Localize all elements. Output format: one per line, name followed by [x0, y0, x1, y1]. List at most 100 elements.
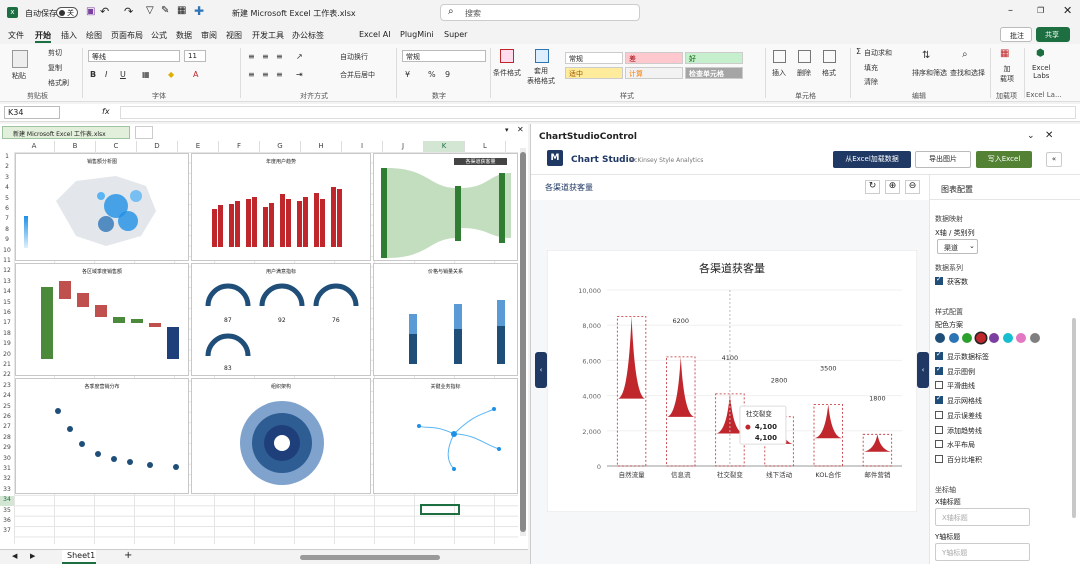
row-header-26[interactable]: 26	[0, 413, 14, 423]
fill-color-icon[interactable]: ◆	[168, 70, 174, 79]
save-icon[interactable]: ▣	[86, 6, 95, 17]
thumb-gauge-chart[interactable]: 用户满意指标 87 92 76 83	[191, 263, 371, 376]
next-sheet-icon[interactable]: ▶	[30, 552, 35, 560]
x-title-input[interactable]: X轴标题	[935, 508, 1030, 526]
sort-filter-button[interactable]: 排序和筛选	[912, 68, 947, 78]
column-header-L[interactable]: L	[465, 141, 506, 152]
conditional-format-icon[interactable]	[500, 49, 514, 63]
menu-super[interactable]: Super	[444, 30, 467, 39]
option-checkbox[interactable]	[935, 440, 943, 449]
comment-button[interactable]: 批注	[1000, 27, 1032, 42]
format-cells-icon[interactable]	[823, 50, 836, 63]
align-center-icon[interactable]: ≡	[262, 70, 269, 79]
row-header-7[interactable]: 7	[0, 215, 14, 225]
thumb-trend-chart[interactable]: 年度用户趋势	[191, 153, 371, 261]
clear-button[interactable]: 清除	[864, 77, 878, 87]
thumb-waterfall-chart[interactable]: 各区域季度销售额	[15, 263, 189, 376]
row-header-23[interactable]: 23	[0, 382, 14, 392]
thumb-sankey-chart[interactable]: 各渠道获客量	[373, 153, 518, 261]
row-header-27[interactable]: 27	[0, 423, 14, 433]
menu-pagelayout[interactable]: 页面布局	[111, 30, 143, 41]
row-header-19[interactable]: 19	[0, 340, 14, 350]
table-format-button[interactable]: 套用 表格格式	[527, 66, 555, 86]
border-icon[interactable]: ▦	[142, 70, 150, 79]
row-header-2[interactable]: 2	[0, 163, 14, 173]
style-bad[interactable]: 差	[625, 52, 683, 64]
style-check[interactable]: 检查单元格	[685, 67, 743, 79]
font-color-icon[interactable]: A	[193, 70, 198, 79]
row-header-15[interactable]: 15	[0, 299, 14, 309]
fill-button[interactable]: 填充	[864, 63, 878, 73]
row-header-29[interactable]: 29	[0, 444, 14, 454]
column-header-C[interactable]: C	[96, 141, 137, 152]
excel-labs-icon[interactable]: ⬢	[1036, 48, 1045, 59]
wrap-text-button[interactable]: 自动换行	[340, 52, 368, 62]
excel-labs-button[interactable]: Excel Labs	[1032, 64, 1051, 80]
column-header-E[interactable]: E	[178, 141, 219, 152]
menu-data[interactable]: 数据	[176, 30, 192, 41]
table-format-icon[interactable]	[535, 49, 549, 63]
row-header-14[interactable]: 14	[0, 288, 14, 298]
row-header-16[interactable]: 16	[0, 309, 14, 319]
horizontal-scrollbar[interactable]	[300, 555, 440, 560]
palette-swatch[interactable]	[975, 333, 986, 343]
load-from-excel-button[interactable]: 从Excel加载数据	[833, 151, 911, 168]
vertical-scrollbar[interactable]	[520, 148, 526, 536]
right-expand-tab[interactable]: ‹	[917, 352, 929, 388]
row-header-34[interactable]: 34	[0, 496, 14, 507]
row-header-33[interactable]: 33	[0, 486, 14, 496]
row-header-20[interactable]: 20	[0, 351, 14, 361]
column-header-I[interactable]: I	[342, 141, 383, 152]
export-image-button[interactable]: 导出图片	[915, 151, 971, 168]
option-checkbox[interactable]	[935, 454, 943, 463]
delete-cells-button[interactable]: 删除	[797, 68, 811, 78]
menu-draw[interactable]: 绘图	[86, 30, 102, 41]
fx-icon[interactable]: fx	[102, 107, 110, 116]
option-checkbox[interactable]	[935, 365, 943, 375]
insert-cells-button[interactable]: 插入	[772, 68, 786, 78]
menu-home[interactable]: 开始	[35, 30, 51, 43]
palette-swatch[interactable]	[935, 333, 945, 343]
add-sheet-icon[interactable]: +	[124, 550, 132, 561]
align-left-icon[interactable]: ≡	[248, 70, 255, 79]
row-header-32[interactable]: 32	[0, 475, 14, 485]
sheet-tab[interactable]: Sheet1	[62, 550, 96, 564]
row-header-24[interactable]: 24	[0, 392, 14, 402]
column-header-D[interactable]: D	[137, 141, 178, 152]
refresh-icon[interactable]: ↻	[865, 180, 880, 194]
column-header-G[interactable]: G	[260, 141, 301, 152]
redo-icon[interactable]: ↷	[124, 5, 133, 18]
align-right-icon[interactable]: ≡	[276, 70, 283, 79]
thumb-map-chart[interactable]: 销售额分析图	[15, 153, 189, 261]
cut-button[interactable]: 剪切	[48, 48, 62, 58]
paste-label[interactable]: 粘贴	[12, 71, 26, 81]
palette-swatch[interactable]	[1016, 333, 1026, 343]
row-header-6[interactable]: 6	[0, 205, 14, 215]
close-window-icon[interactable]: ✕	[1063, 4, 1072, 17]
prev-sheet-icon[interactable]: ◀	[12, 552, 17, 560]
row-header-31[interactable]: 31	[0, 465, 14, 475]
row-header-17[interactable]: 17	[0, 319, 14, 329]
format-painter-button[interactable]: 格式刷	[48, 78, 69, 88]
addins-button[interactable]: 加 载项	[1000, 64, 1014, 84]
insert-cells-icon[interactable]	[773, 50, 786, 63]
plus-icon[interactable]: ✚	[194, 4, 204, 18]
undo-icon[interactable]: ↶	[100, 5, 109, 18]
addins-icon[interactable]: ▦	[1000, 48, 1009, 59]
write-excel-button[interactable]: 写入Excel	[976, 151, 1032, 168]
close-workbook-icon[interactable]: ✕	[517, 125, 524, 134]
row-header-13[interactable]: 13	[0, 278, 14, 288]
collapse-panel-button[interactable]: «	[1046, 152, 1062, 167]
minimize-icon[interactable]: –	[1008, 5, 1013, 16]
copy-button[interactable]: 复制	[48, 63, 62, 73]
font-size-select[interactable]: 11	[184, 50, 206, 62]
filter-icon[interactable]: ▽	[146, 5, 154, 16]
paste-icon[interactable]	[12, 50, 28, 68]
panel-close-icon[interactable]: ✕	[1045, 130, 1053, 141]
currency-icon[interactable]: ¥	[405, 70, 410, 79]
find-select-icon[interactable]: ⌕	[962, 49, 968, 60]
style-normal[interactable]: 常规	[565, 52, 623, 64]
paint-icon[interactable]: ✎	[161, 5, 169, 16]
chart-area[interactable]: 各渠道获客量 0 2,000 4,000 6,000 8,000 10,000 自然流量 620…	[547, 250, 917, 512]
zoom-out-icon[interactable]: ⊖	[905, 180, 920, 194]
